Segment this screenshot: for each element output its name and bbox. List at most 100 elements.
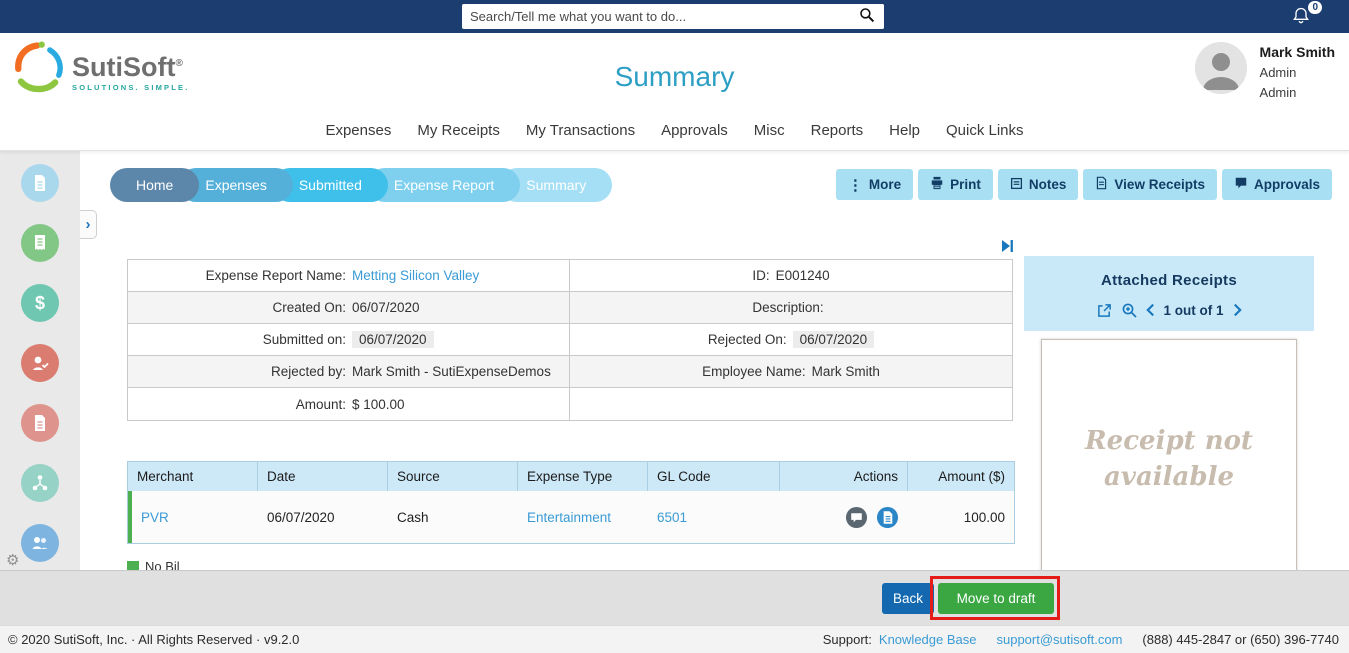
table-row: Created On:06/07/2020 Description:: [128, 292, 1012, 324]
nav-help[interactable]: Help: [889, 122, 920, 139]
column-header: Actions: [780, 462, 908, 491]
footer: © 2020 SutiSoft, Inc. · All Rights Reser…: [0, 625, 1349, 653]
reports-icon[interactable]: [21, 404, 59, 442]
field-value: 06/07/2020: [352, 300, 420, 315]
cash-advance-icon[interactable]: $: [21, 284, 59, 322]
field-label: Rejected On:: [708, 332, 787, 347]
user-role: Admin: [1260, 85, 1335, 100]
user-meta: Mark Smith Admin Admin: [1260, 42, 1335, 100]
user-role: Admin: [1260, 65, 1335, 80]
printer-icon: [930, 176, 944, 193]
receipts-header: Attached Receipts 1 out of 1: [1024, 256, 1314, 331]
breadcrumb-expense-report[interactable]: Expense Report: [368, 168, 520, 202]
user-name: Mark Smith: [1260, 44, 1335, 60]
users-icon[interactable]: [21, 524, 59, 562]
more-dots-icon: ⋮: [848, 176, 863, 194]
attached-receipts-panel: Attached Receipts 1 out of 1 Receipt not…: [1024, 256, 1314, 579]
main-nav: Expenses My Receipts My Transactions App…: [0, 110, 1349, 151]
support-phone: (888) 445-2847 or (650) 396-7740: [1142, 632, 1339, 647]
support-email-link[interactable]: support@sutisoft.com: [996, 632, 1122, 647]
nav-approvals[interactable]: Approvals: [661, 122, 728, 139]
receipts-icon[interactable]: [21, 224, 59, 262]
field-label: Amount:: [128, 397, 346, 412]
nav-reports[interactable]: Reports: [811, 122, 864, 139]
gear-icon[interactable]: ⚙: [6, 551, 19, 569]
nav-quick-links[interactable]: Quick Links: [946, 122, 1024, 139]
comment-action-icon[interactable]: [845, 506, 868, 529]
sidebar: $ ⚙: [0, 151, 80, 570]
gl-code-link[interactable]: 6501: [657, 510, 687, 525]
collapse-panel-icon[interactable]: [1000, 239, 1014, 258]
field-value: $ 100.00: [352, 397, 405, 412]
notes-icon: [1010, 177, 1023, 193]
column-header: Date: [258, 462, 388, 491]
nav-misc[interactable]: Misc: [754, 122, 785, 139]
open-external-icon[interactable]: [1097, 303, 1112, 318]
search-input[interactable]: [462, 4, 850, 29]
header: SutiSoft® SOLUTIONS. SIMPLE. Summary Mar…: [0, 33, 1349, 110]
avatar: [1195, 42, 1247, 94]
nav-expenses[interactable]: Expenses: [325, 122, 391, 139]
search-icon: [859, 7, 875, 26]
column-header: GL Code: [648, 462, 780, 491]
bottom-action-bar: Back Move to draft: [0, 570, 1349, 625]
user-profile[interactable]: Mark Smith Admin Admin: [1195, 42, 1335, 100]
merchant-link[interactable]: PVR: [141, 510, 169, 525]
field-value: 06/07/2020: [793, 331, 875, 348]
breadcrumb-home[interactable]: Home: [110, 168, 199, 202]
zoom-in-icon[interactable]: [1121, 302, 1137, 318]
chevron-left-icon[interactable]: [1146, 303, 1155, 317]
topbar: 0: [0, 0, 1349, 33]
sidebar-expander[interactable]: ›: [80, 210, 97, 239]
receipts-controls: 1 out of 1: [1024, 302, 1314, 318]
nav-my-receipts[interactable]: My Receipts: [417, 122, 500, 139]
field-value: E001240: [776, 268, 830, 283]
toolbar: ⋮ More Print Notes View Receipts Approva…: [836, 169, 1332, 200]
table-row: Expense Report Name:Metting Silicon Vall…: [128, 260, 1012, 292]
nav-my-transactions[interactable]: My Transactions: [526, 122, 635, 139]
field-value: Mark Smith: [812, 364, 880, 379]
bell-icon: [1291, 13, 1311, 30]
table-row: Rejected by:Mark Smith - SutiExpenseDemo…: [128, 356, 1012, 388]
notes-button[interactable]: Notes: [998, 169, 1079, 200]
expense-report-icon[interactable]: [21, 164, 59, 202]
column-header: Source: [388, 462, 518, 491]
receipt-pager: 1 out of 1: [1164, 303, 1224, 318]
field-label: Employee Name:: [702, 364, 806, 379]
page-title: Summary: [0, 61, 1349, 93]
main-content: Home Expenses Submitted Expense Report S…: [80, 151, 1349, 570]
org-icon[interactable]: [21, 464, 59, 502]
report-name-link[interactable]: Metting Silicon Valley: [352, 268, 479, 283]
field-label: Submitted on:: [128, 332, 346, 347]
report-summary-table: Expense Report Name:Metting Silicon Vall…: [127, 259, 1013, 421]
knowledge-base-link[interactable]: Knowledge Base: [879, 632, 977, 647]
receipts-title: Attached Receipts: [1024, 272, 1314, 289]
global-search: [462, 4, 884, 29]
chevron-right-icon[interactable]: [1233, 303, 1242, 317]
field-label: ID:: [752, 268, 769, 283]
table-row: Submitted on: 06/07/2020 Rejected On: 06/0…: [128, 324, 1012, 356]
approvals-icon[interactable]: [21, 344, 59, 382]
notifications-button[interactable]: 0: [1291, 6, 1313, 28]
field-value: Mark Smith - SutiExpenseDemos: [352, 364, 551, 379]
table-row: Amount: $ 100.00: [128, 388, 1012, 420]
comment-icon: [1234, 176, 1248, 193]
field-label: Description:: [752, 300, 823, 315]
receipt-action-icon[interactable]: [876, 506, 899, 529]
print-button[interactable]: Print: [918, 169, 993, 200]
expense-type-link[interactable]: Entertainment: [527, 510, 611, 525]
column-header: Expense Type: [518, 462, 648, 491]
cell-date: 06/07/2020: [258, 491, 388, 543]
table-row: PVR 06/07/2020 Cash Entertainment 6501 1…: [128, 491, 1014, 543]
field-value: 06/07/2020: [352, 331, 434, 348]
expense-lines-table: Merchant Date Source Expense Type GL Cod…: [127, 461, 1015, 544]
back-button[interactable]: Back: [882, 583, 934, 614]
more-button[interactable]: ⋮ More: [836, 169, 913, 200]
view-receipts-button[interactable]: View Receipts: [1083, 169, 1217, 200]
search-button[interactable]: [850, 4, 884, 29]
move-to-draft-button[interactable]: Move to draft: [938, 583, 1054, 614]
cell-source: Cash: [388, 491, 518, 543]
approvals-button[interactable]: Approvals: [1222, 169, 1332, 200]
table-header-row: Merchant Date Source Expense Type GL Cod…: [128, 462, 1014, 491]
cell-amount: 100.00: [908, 491, 1014, 543]
